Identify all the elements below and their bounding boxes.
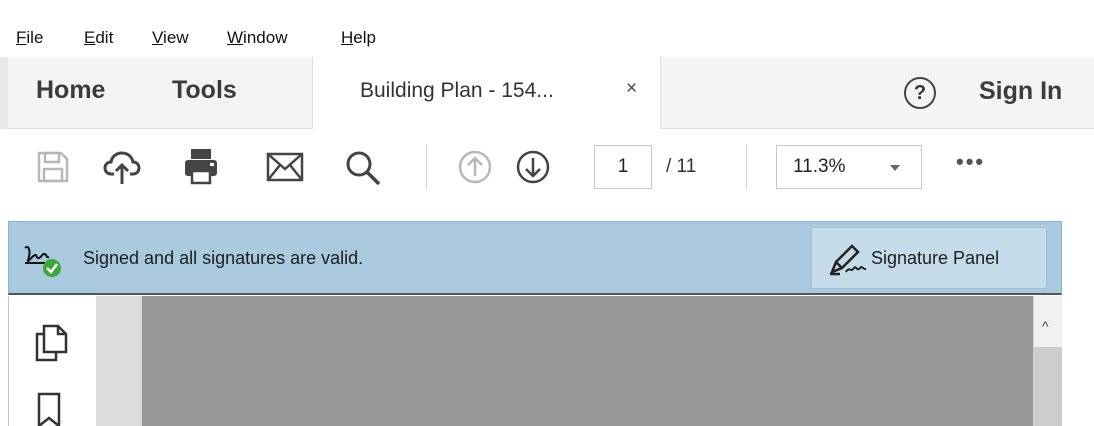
menu-file-label: ile [26,28,44,47]
document-tab-title: Building Plan - 154... [360,79,554,102]
zoom-value: 11.3% [793,156,846,177]
signature-valid-icon [24,246,61,277]
menu-bar: File Edit View Window Help [0,0,1094,57]
menu-view-mnemonic: V [152,28,164,47]
menu-edit[interactable]: Edit [84,28,113,48]
toolbar-separator [746,144,747,190]
menu-window-label: indow [243,28,288,47]
menu-file-mnemonic: F [16,28,27,47]
zoom-dropdown[interactable]: 11.3% [776,145,922,189]
tab-home[interactable]: Home [36,76,105,105]
page-total: / 11 [666,156,697,177]
document-canvas[interactable] [142,296,1033,426]
signature-panel-label: Signature Panel [871,248,1000,268]
tab-tools[interactable]: Tools [172,76,237,105]
navigation-pane [8,296,96,426]
save-icon[interactable] [36,150,70,184]
menu-help-mnemonic: H [341,28,354,47]
help-button[interactable]: ? [904,77,936,109]
menu-help[interactable]: Help [341,28,376,48]
window-edge [0,57,8,129]
menu-window[interactable]: Window [227,28,287,48]
menu-window-mnemonic: W [227,28,244,47]
menu-view[interactable]: View [152,28,189,48]
menu-edit-label: dit [95,28,114,47]
scrollbar-thumb[interactable] [1034,347,1062,426]
vertical-scrollbar[interactable]: ^ [1033,296,1062,426]
chevron-down-icon [890,165,900,171]
bookmark-icon[interactable] [36,392,62,426]
right-frame [1062,221,1094,426]
menu-edit-mnemonic: E [84,28,96,47]
signature-panel-button[interactable]: Signature Panel [811,227,1047,289]
signature-status-bar: Signed and all signatures are valid. Sig… [8,221,1062,295]
close-tab-button[interactable]: × [626,78,637,100]
page-up-icon[interactable] [458,150,492,184]
scroll-up-arrow[interactable]: ^ [1042,318,1049,334]
more-tools-button[interactable]: ••• [956,149,985,175]
email-icon[interactable] [266,152,304,182]
sign-in-button[interactable]: Sign In [979,77,1062,106]
signature-pen-icon [829,244,867,276]
toolbar: 1 / 11 11.3% ••• [0,129,1094,221]
copy-pages-icon[interactable] [34,324,68,362]
menu-help-label: elp [353,28,376,47]
search-icon[interactable] [344,149,382,187]
menu-file[interactable]: File [16,28,43,48]
cloud-upload-icon[interactable] [103,148,141,186]
tab-document[interactable]: Building Plan - 154... × [312,57,661,130]
page-number-input[interactable]: 1 [594,145,652,189]
pane-gutter [96,296,142,426]
print-icon[interactable] [183,147,219,185]
signature-status-message: Signed and all signatures are valid. [83,248,364,268]
page-down-icon[interactable] [516,150,550,184]
toolbar-separator [426,144,427,190]
tab-bar: Home Tools Building Plan - 154... × ? Si… [0,57,1094,130]
menu-view-label: iew [163,28,189,47]
